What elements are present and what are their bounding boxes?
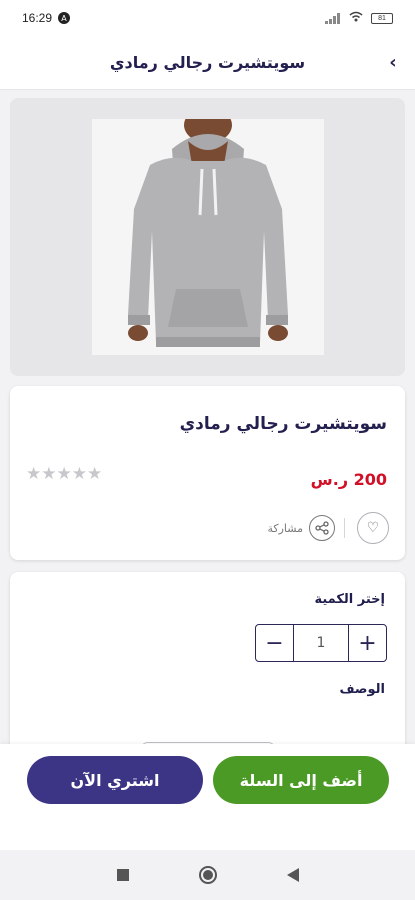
battery-icon: 81	[371, 12, 393, 24]
product-image-card	[10, 98, 405, 376]
back-triangle-icon[interactable]	[286, 868, 299, 882]
quantity-increase-button[interactable]: +	[348, 625, 386, 661]
quantity-decrease-button[interactable]: −	[256, 625, 294, 661]
buy-now-button[interactable]: اشتري الآن	[27, 756, 203, 804]
system-nav-bar	[0, 850, 415, 900]
quantity-stepper: − 1 +	[255, 624, 387, 662]
description-label: الوصف	[339, 682, 385, 697]
share-button[interactable]: مشاركة	[267, 514, 335, 542]
wishlist-button[interactable]: ♡	[357, 512, 389, 544]
share-label: مشاركة	[267, 521, 303, 535]
quantity-value[interactable]: 1	[294, 625, 348, 661]
status-left: 16:29 A	[22, 11, 71, 25]
product-image[interactable]	[91, 107, 324, 355]
share-icon	[309, 515, 335, 541]
home-icon[interactable]	[198, 866, 217, 884]
back-button[interactable]: ‹	[381, 50, 405, 74]
product-info-card: سويتشيرت رجالي رمادي 200 ر.س ★★★★★ ♡ مشا…	[10, 386, 405, 560]
product-name: سويتشيرت رجالي رمادي	[179, 414, 387, 434]
add-to-cart-button[interactable]: أضف إلى السلة	[213, 756, 389, 804]
heart-icon: ♡	[366, 520, 380, 536]
status-time: 16:29	[22, 11, 53, 25]
status-right: 81	[325, 11, 393, 25]
wifi-icon	[349, 11, 363, 25]
product-price: 200 ر.س	[310, 470, 387, 489]
quantity-label: إختر الكمية	[314, 592, 385, 607]
hoodie-illustration	[91, 107, 324, 355]
app-header: سويتشيرت رجالي رمادي ‹	[0, 36, 415, 90]
action-bar: أضف إلى السلة اشتري الآن	[0, 744, 415, 850]
recent-apps-icon[interactable]	[116, 869, 129, 881]
page-title: سويتشيرت رجالي رمادي	[109, 53, 306, 72]
signal-icon	[325, 12, 341, 24]
divider	[344, 518, 345, 538]
rating-stars[interactable]: ★★★★★	[26, 464, 102, 484]
status-bar: 16:29 A 81	[0, 0, 415, 36]
product-options-card: إختر الكمية − 1 + الوصف	[10, 572, 405, 762]
chevron-left-icon: ‹	[389, 51, 397, 73]
notification-icon: A	[58, 12, 71, 24]
